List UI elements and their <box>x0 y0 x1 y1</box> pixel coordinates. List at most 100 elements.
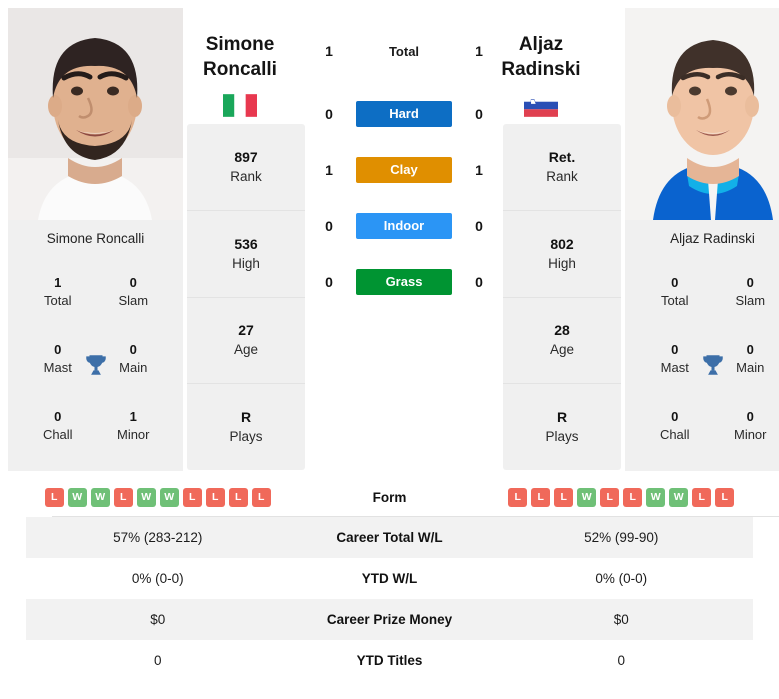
h2h-left-value: 0 <box>325 106 333 122</box>
title-stat-value: 0 <box>129 275 137 291</box>
table-row-career-total-wl: 57% (283-212) Career Total W/L 52% (99-9… <box>26 517 753 558</box>
title-stat-label: Minor <box>116 426 150 442</box>
h2h-row-total: 1 Total 1 <box>309 30 499 72</box>
form-badge-l: L <box>508 487 528 507</box>
title-stat-value: 0 <box>54 408 62 424</box>
title-stat-label: Total <box>661 293 689 309</box>
stat-label: High <box>548 255 576 271</box>
player-right-titles-card: Aljaz Radinski 0 Total 0 Slam 0 Mast 0 M… <box>625 220 779 471</box>
title-stat-label: Chall <box>659 426 690 442</box>
h2h-row-hard: 0 Hard 0 <box>309 86 499 142</box>
player-left-stat-card: 897 Rank 536 High 27 Age R Plays <box>187 124 305 470</box>
title-stat-slam: 0 Slam <box>96 259 172 326</box>
stat-age: 27 Age <box>187 298 305 385</box>
title-stat-value: 1 <box>129 408 137 424</box>
form-badge-l: L <box>205 487 225 507</box>
h2h-left-value: 0 <box>325 274 333 290</box>
title-stat-value: 1 <box>54 275 62 291</box>
player-right-photo[interactable] <box>625 8 779 220</box>
stat-value: 27 <box>238 322 254 339</box>
surface-badge-clay[interactable]: Clay <box>356 157 452 183</box>
stat-value: 802 <box>550 235 574 252</box>
value-left: 0 <box>153 653 162 668</box>
title-stat-label: Total <box>44 293 72 309</box>
h2h-row-grass: 0 Grass 0 <box>309 254 499 310</box>
form-badge-l: L <box>600 487 620 507</box>
value-left: 57% (283-212) <box>113 530 203 545</box>
stat-label: High <box>232 255 260 271</box>
form-badge-l: L <box>113 487 133 507</box>
title-stat-label: Mast <box>43 359 72 375</box>
stat-plays: R Plays <box>503 384 621 470</box>
comparison-panels: Simone Roncalli 1 Total 0 Slam 0 Mast 0 … <box>0 0 779 478</box>
form-badge-w: W <box>646 487 666 507</box>
title-stat-value: 0 <box>671 408 679 424</box>
form-badge-l: L <box>531 487 551 507</box>
table-row-ytd-wl: 0% (0-0) YTD W/L 0% (0-0) <box>26 558 753 599</box>
h2h-row-indoor: 0 Indoor 0 <box>309 198 499 254</box>
title-stat-label: Main <box>736 359 765 375</box>
value-right: 0 <box>617 653 625 668</box>
form-badge-l: L <box>715 487 735 507</box>
player-right-titles-grid: 0 Total 0 Slam 0 Mast 0 Main 0 Chall 0 M… <box>625 259 779 471</box>
stat-rank: Ret. Rank <box>503 124 621 211</box>
form-badge-w: W <box>577 487 597 507</box>
table-row-label: Career Prize Money <box>326 612 453 627</box>
title-stat-value: 0 <box>746 408 754 424</box>
player-left-column: Simone Roncalli 1 Total 0 Slam 0 Mast 0 … <box>8 8 183 478</box>
form-badge-w: W <box>136 487 156 507</box>
table-row-form: LWWLWWLLLL Form LLLWLLWWLL <box>26 478 753 516</box>
title-stat-minor: 1 Minor <box>96 392 172 459</box>
player-right-column: Aljaz Radinski 0 Total 0 Slam 0 Mast 0 M… <box>625 8 779 478</box>
title-stat-label: Slam <box>735 293 766 309</box>
stat-label: Plays <box>229 429 263 445</box>
stat-plays: R Plays <box>187 384 305 470</box>
player-comparison-header: Simone Roncalli 1 Total 0 Slam 0 Mast 0 … <box>0 0 779 478</box>
stat-value: 28 <box>554 322 570 339</box>
value-right: 0% (0-0) <box>595 571 648 586</box>
table-row-label: Career Total W/L <box>336 530 443 545</box>
value-right: $0 <box>613 612 629 627</box>
surface-badge-hard[interactable]: Hard <box>356 101 452 127</box>
form-badge-w: W <box>159 487 179 507</box>
title-stat-label: Minor <box>733 426 767 442</box>
title-stat-label: Chall <box>42 426 73 442</box>
title-stat-chall: 0 Chall <box>20 392 96 459</box>
comparison-stats-table: LWWLWWLLLL Form LLLWLLWWLL 57% (283-212)… <box>0 478 779 681</box>
value-left: 0% (0-0) <box>131 571 184 586</box>
title-stat-value: 0 <box>746 341 754 357</box>
stat-rank: 897 Rank <box>187 124 305 211</box>
form-badge-l: L <box>251 487 271 507</box>
stat-label: Age <box>233 342 259 358</box>
table-row-label: Form <box>372 489 407 505</box>
surface-badge-grass[interactable]: Grass <box>356 269 452 295</box>
player-left-photo[interactable] <box>8 8 183 220</box>
value-left: $0 <box>150 612 166 627</box>
title-stat-value: 0 <box>671 341 679 357</box>
surface-label-total: Total <box>388 43 420 59</box>
title-stat-slam: 0 Slam <box>713 259 779 326</box>
stat-value: Ret. <box>548 148 576 165</box>
form-badges-left: LWWLWWLLLL <box>26 487 290 507</box>
title-stat-minor: 0 Minor <box>713 392 779 459</box>
title-stat-value: 0 <box>671 275 679 291</box>
form-left: LWWLWWLLLL <box>26 487 290 507</box>
title-stat-chall: 0 Chall <box>637 392 713 459</box>
form-badge-l: L <box>692 487 712 507</box>
stat-high: 802 High <box>503 211 621 298</box>
stat-age: 28 Age <box>503 298 621 385</box>
surface-badge-indoor[interactable]: Indoor <box>356 213 452 239</box>
h2h-row-clay: 1 Clay 1 <box>309 142 499 198</box>
h2h-right-value: 0 <box>475 106 483 122</box>
h2h-left-value: 1 <box>325 43 333 59</box>
player-left-name-label: Simone Roncalli <box>46 231 145 246</box>
table-row-label: YTD Titles <box>356 653 423 668</box>
h2h-left-value: 0 <box>325 218 333 234</box>
trophy-icon <box>700 352 726 378</box>
stat-value: 536 <box>234 235 258 252</box>
h2h-right-value: 0 <box>475 274 483 290</box>
title-stat-total: 1 Total <box>20 259 96 326</box>
form-badge-l: L <box>554 487 574 507</box>
title-stat-label: Main <box>119 359 148 375</box>
stat-label: Plays <box>545 429 579 445</box>
